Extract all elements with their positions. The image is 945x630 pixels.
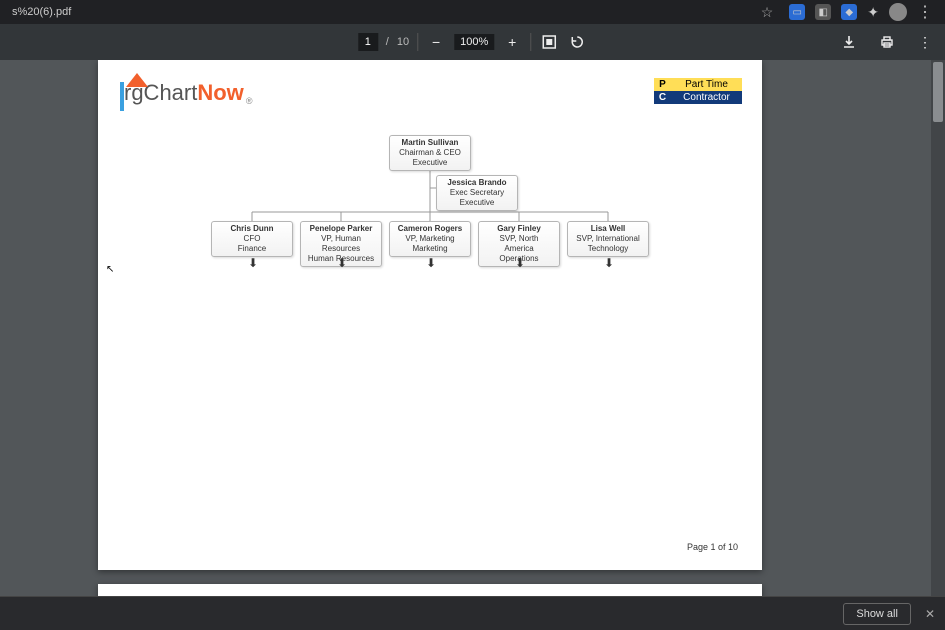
close-downloads-bar-icon[interactable]: ✕ xyxy=(921,603,939,625)
profile-avatar-icon[interactable] xyxy=(889,3,907,21)
download-icon[interactable] xyxy=(839,32,859,52)
org-dept: Technology xyxy=(574,244,642,254)
expand-arrow-icon: ⬇ xyxy=(515,256,525,270)
pdf-viewport[interactable]: rgChart Now ® P Part Time C Contractor xyxy=(0,60,945,596)
toolbar-divider xyxy=(417,33,418,51)
expand-arrow-icon: ⬇ xyxy=(248,256,258,270)
org-title: CFO xyxy=(218,234,286,244)
org-title: Chairman & CEO xyxy=(396,148,464,158)
org-box-ceo: Martin Sullivan Chairman & CEO Executive xyxy=(389,135,471,171)
org-name: Jessica Brando xyxy=(443,178,511,188)
zoom-in-button[interactable]: + xyxy=(502,32,522,52)
org-name: Penelope Parker xyxy=(307,224,375,234)
rotate-icon[interactable] xyxy=(567,32,587,52)
pdf-page-1: rgChart Now ® P Part Time C Contractor xyxy=(98,60,762,570)
extension-icon-2[interactable]: ◧ xyxy=(815,4,831,20)
extension-icon-3[interactable]: ◆ xyxy=(841,4,857,20)
vertical-scrollbar[interactable] xyxy=(931,60,945,596)
downloads-bar: Show all ✕ xyxy=(0,596,945,630)
org-name: Lisa Well xyxy=(574,224,642,234)
org-title: SVP, North America xyxy=(485,234,553,254)
bookmark-star-icon[interactable]: ☆ xyxy=(761,4,774,21)
scrollbar-thumb[interactable] xyxy=(933,62,943,122)
org-dept: Marketing xyxy=(396,244,464,254)
browser-actions: ☆ ▭ ◧ ◆ ✦ ⋮ xyxy=(761,2,937,22)
org-title: SVP, International xyxy=(574,234,642,244)
extension-icon-1[interactable]: ▭ xyxy=(789,4,805,20)
tab-title[interactable]: s%20(6).pdf xyxy=(8,6,71,18)
pdf-toolbar: / 10 − 100% + ⋮ xyxy=(0,24,945,60)
org-title: VP, Human Resources xyxy=(307,234,375,254)
page-separator: / xyxy=(386,36,389,48)
mouse-cursor-icon: ↖ xyxy=(106,264,114,275)
browser-tab-bar: s%20(6).pdf ☆ ▭ ◧ ◆ ✦ ⋮ xyxy=(0,0,945,24)
org-box-chris: Chris Dunn CFO Finance xyxy=(211,221,293,257)
extensions-puzzle-icon[interactable]: ✦ xyxy=(867,4,879,21)
org-dept: Executive xyxy=(443,198,511,208)
expand-arrow-icon: ⬇ xyxy=(604,256,614,270)
page-total: 10 xyxy=(397,36,409,48)
toolbar-right-group: ⋮ xyxy=(839,32,935,52)
org-title: VP, Marketing xyxy=(396,234,464,244)
zoom-level-display[interactable]: 100% xyxy=(454,34,494,50)
pdf-menu-icon[interactable]: ⋮ xyxy=(915,32,935,52)
org-name: Cameron Rogers xyxy=(396,224,464,234)
page-footer-label: Page 1 of 10 xyxy=(687,542,738,552)
toolbar-center-group: / 10 − 100% + xyxy=(358,32,587,52)
show-all-downloads-button[interactable]: Show all xyxy=(843,603,911,625)
zoom-out-button[interactable]: − xyxy=(426,32,446,52)
print-icon[interactable] xyxy=(877,32,897,52)
org-box-cameron: Cameron Rogers VP, Marketing Marketing xyxy=(389,221,471,257)
org-box-secretary: Jessica Brando Exec Secretary Executive xyxy=(436,175,518,211)
expand-arrow-icon: ⬇ xyxy=(426,256,436,270)
page-number-input[interactable] xyxy=(358,33,378,51)
org-name: Martin Sullivan xyxy=(396,138,464,148)
fit-page-icon[interactable] xyxy=(539,32,559,52)
org-dept: Finance xyxy=(218,244,286,254)
org-name: Chris Dunn xyxy=(218,224,286,234)
org-name: Gary Finley xyxy=(485,224,553,234)
pdf-page-2-peek xyxy=(98,584,762,596)
toolbar-divider xyxy=(530,33,531,51)
org-box-lisa: Lisa Well SVP, International Technology xyxy=(567,221,649,257)
expand-arrow-icon: ⬇ xyxy=(337,256,347,270)
org-title: Exec Secretary xyxy=(443,188,511,198)
browser-menu-icon[interactable]: ⋮ xyxy=(917,2,933,22)
org-dept: Executive xyxy=(396,158,464,168)
